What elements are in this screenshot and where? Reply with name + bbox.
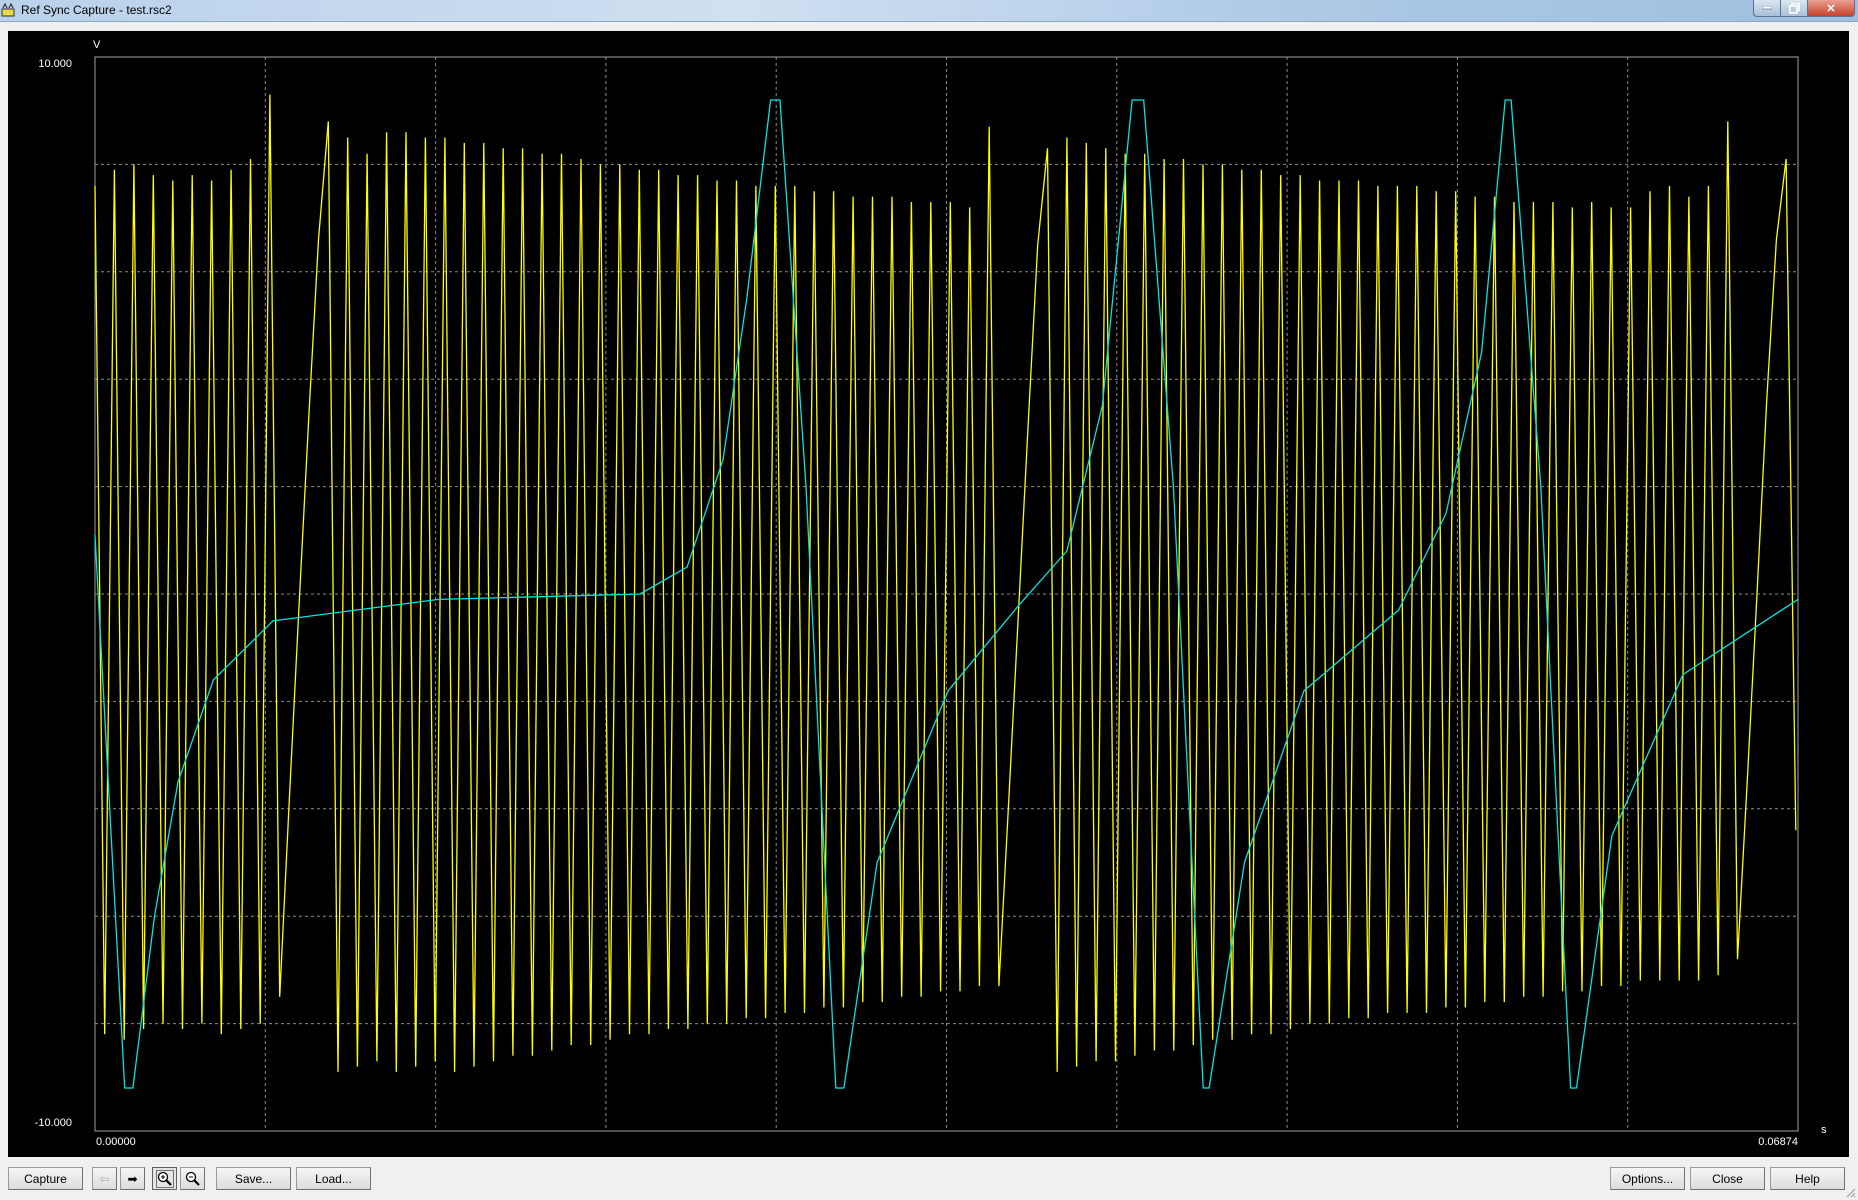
app-icon <box>1 3 15 17</box>
load-label: Load... <box>315 1171 352 1186</box>
window-title: Ref Sync Capture - test.rsc2 <box>21 3 172 17</box>
capture-button[interactable]: Capture <box>8 1167 83 1190</box>
save-label: Save... <box>234 1171 273 1186</box>
minimize-icon <box>1762 6 1772 10</box>
close-label: Close <box>1712 1171 1743 1186</box>
y-axis-unit: V <box>93 39 101 51</box>
arrow-left-icon: ⇦ <box>99 1171 110 1186</box>
zoom-in-button[interactable] <box>152 1167 177 1190</box>
title-bar: Ref Sync Capture - test.rsc2 ✕ <box>0 0 1858 22</box>
yellow-trace <box>94 94 1797 1072</box>
y-min-label: -10.000 <box>34 1117 72 1129</box>
back-button[interactable]: ⇦ <box>92 1167 117 1190</box>
close-icon: ✕ <box>1826 2 1836 15</box>
scope-panel: V 10.000 -10.000 0.00000 0.06874 s <box>8 31 1849 1157</box>
restore-button[interactable] <box>1780 0 1808 17</box>
capture-label: Capture <box>24 1171 67 1186</box>
options-button[interactable]: Options... <box>1610 1167 1685 1190</box>
minimize-button[interactable] <box>1753 0 1781 17</box>
arrow-right-icon: ➡ <box>127 1171 138 1186</box>
zoom-in-icon <box>155 1169 174 1188</box>
close-button[interactable]: Close <box>1690 1167 1765 1190</box>
scope-plot[interactable] <box>8 31 1849 1157</box>
y-max-label: 10.000 <box>38 58 72 70</box>
help-button[interactable]: Help <box>1770 1167 1845 1190</box>
close-window-button[interactable]: ✕ <box>1807 0 1855 17</box>
restore-icon <box>1788 2 1800 14</box>
load-button[interactable]: Load... <box>296 1167 371 1190</box>
zoom-out-icon <box>185 1171 200 1186</box>
help-label: Help <box>1795 1171 1820 1186</box>
options-label: Options... <box>1621 1171 1674 1186</box>
x-max-label: 0.06874 <box>1758 1136 1798 1148</box>
x-axis-unit: s <box>1821 1124 1827 1136</box>
x-min-label: 0.00000 <box>96 1136 136 1148</box>
forward-button[interactable]: ➡ <box>120 1167 145 1190</box>
zoom-out-button[interactable] <box>180 1167 205 1190</box>
save-button[interactable]: Save... <box>216 1167 291 1190</box>
resize-grip-icon[interactable] <box>1844 1186 1856 1198</box>
